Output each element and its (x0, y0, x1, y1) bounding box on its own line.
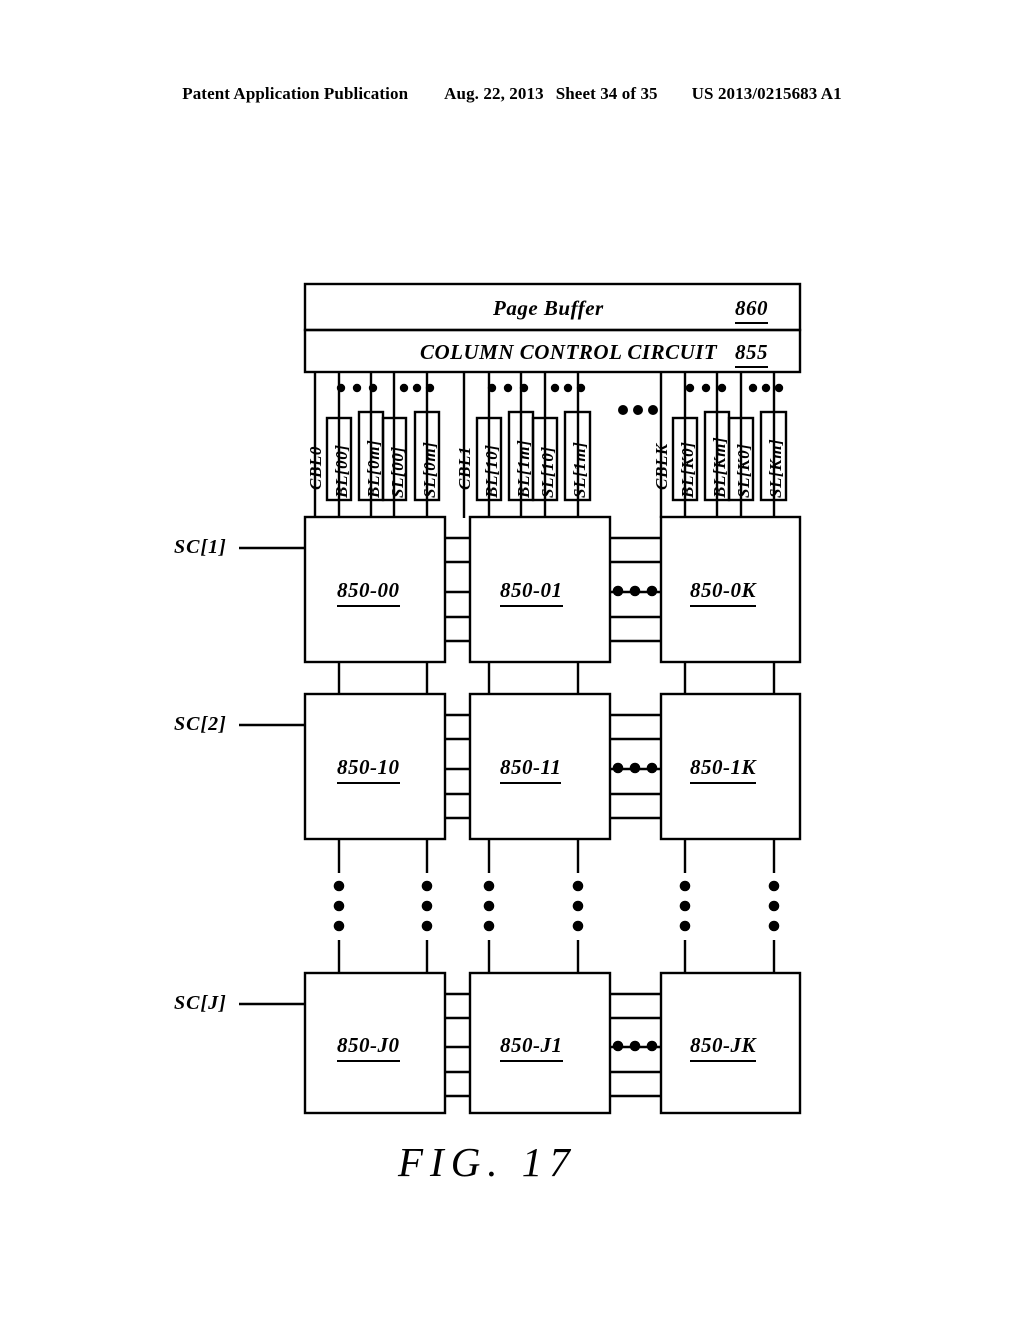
dots-gk-a3 (717, 383, 727, 393)
block-label-850-J0: 850-J0 (337, 1033, 400, 1062)
vdots-c3-1 (483, 880, 495, 892)
dots-g1-b2 (563, 383, 573, 393)
group-ellipsis-2 (633, 405, 643, 415)
column-control-circuit-label: COLUMN CONTROL CIRCUIT (420, 340, 718, 364)
row1-ellipsis-3 (646, 585, 658, 597)
signal-label-blkm: BL[Km] (710, 436, 729, 498)
page-buffer-ref: 860 (735, 296, 768, 324)
figure-linework (239, 282, 802, 1115)
block-label-850-1K: 850-1K (690, 755, 756, 784)
row2-ellipsis-2 (629, 762, 641, 774)
dots-g1-a2 (503, 383, 513, 393)
dots-g1-a3 (519, 383, 529, 393)
signal-label-bl00: BL[00] (332, 444, 351, 498)
vdots-c4-3 (572, 920, 584, 932)
vdots-c5-1 (679, 880, 691, 892)
block-label-850-10: 850-10 (337, 755, 400, 784)
signal-label-cbl1: CBL1 (455, 446, 474, 490)
dots-g0-a3 (368, 383, 378, 393)
block-label-850-11: 850-11 (500, 755, 562, 784)
row1-ellipsis-1 (612, 585, 624, 597)
vdots-c2-2 (421, 900, 433, 912)
dots-gk-a2 (701, 383, 711, 393)
dots-g0-b3 (425, 383, 435, 393)
block-label-850-00: 850-00 (337, 578, 400, 607)
vdots-c5-3 (679, 920, 691, 932)
dots-g0-b2 (412, 383, 422, 393)
figure-17: Page Buffer 860 COLUMN CONTROL CIRCUIT 8… (0, 0, 1024, 1320)
dots-g1-a1 (487, 383, 497, 393)
vdots-c3-3 (483, 920, 495, 932)
signal-label-bl10: BL[10] (482, 444, 501, 498)
dots-g1-b3 (576, 383, 586, 393)
block-label-850-JK: 850-JK (690, 1033, 756, 1062)
page-buffer-label: Page Buffer (493, 296, 604, 320)
block-label-850-0K: 850-0K (690, 578, 756, 607)
signal-label-blk0: BL[K0] (678, 441, 697, 498)
signal-label-cblk: CBLK (652, 443, 671, 490)
signal-label-slk0: SL[K0] (734, 443, 753, 498)
row3-ellipsis-3 (646, 1040, 658, 1052)
dots-g1-b1 (550, 383, 560, 393)
signal-label-bl1m: BL[1m] (514, 439, 533, 498)
dots-g0-b1 (399, 383, 409, 393)
block-label-850-J1: 850-J1 (500, 1033, 563, 1062)
dots-gk-b1 (748, 383, 758, 393)
group-ellipsis-3 (648, 405, 658, 415)
vdots-c2-1 (421, 880, 433, 892)
vdots-c6-1 (768, 880, 780, 892)
row3-ellipsis-1 (612, 1040, 624, 1052)
vdots-c1-2 (333, 900, 345, 912)
row-label-sc1: SC[1] (174, 536, 227, 558)
row3-ellipsis-2 (629, 1040, 641, 1052)
vdots-c2-3 (421, 920, 433, 932)
row-label-sc2: SC[2] (174, 713, 227, 735)
dots-g0-a2 (352, 383, 362, 393)
vdots-c6-2 (768, 900, 780, 912)
dots-g0-a1 (336, 383, 346, 393)
vdots-c5-2 (679, 900, 691, 912)
signal-label-sl00: SL[00] (388, 446, 407, 498)
vdots-c1-1 (333, 880, 345, 892)
row-label-scJ: SC[J] (174, 992, 227, 1014)
signal-label-bl0m: BL[0m] (364, 439, 383, 498)
signal-label-slkm: SL[Km] (766, 438, 785, 498)
vdots-c6-3 (768, 920, 780, 932)
row2-ellipsis-3 (646, 762, 658, 774)
vdots-c4-2 (572, 900, 584, 912)
signal-label-cbl0: CBL0 (306, 446, 325, 490)
dots-gk-b3 (774, 383, 784, 393)
group-ellipsis-1 (618, 405, 628, 415)
dots-gk-a1 (685, 383, 695, 393)
row1-ellipsis-2 (629, 585, 641, 597)
dots-gk-b2 (761, 383, 771, 393)
vdots-c4-1 (572, 880, 584, 892)
row2-ellipsis-1 (612, 762, 624, 774)
column-control-circuit-ref: 855 (735, 340, 768, 368)
vdots-c3-2 (483, 900, 495, 912)
signal-label-sl10: SL[10] (538, 446, 557, 498)
figure-caption: FIG. 17 (398, 1139, 577, 1185)
vdots-c1-3 (333, 920, 345, 932)
signal-label-sl1m: SL[1m] (570, 441, 589, 498)
block-label-850-01: 850-01 (500, 578, 563, 607)
signal-label-sl0m: SL[0m] (420, 441, 439, 498)
